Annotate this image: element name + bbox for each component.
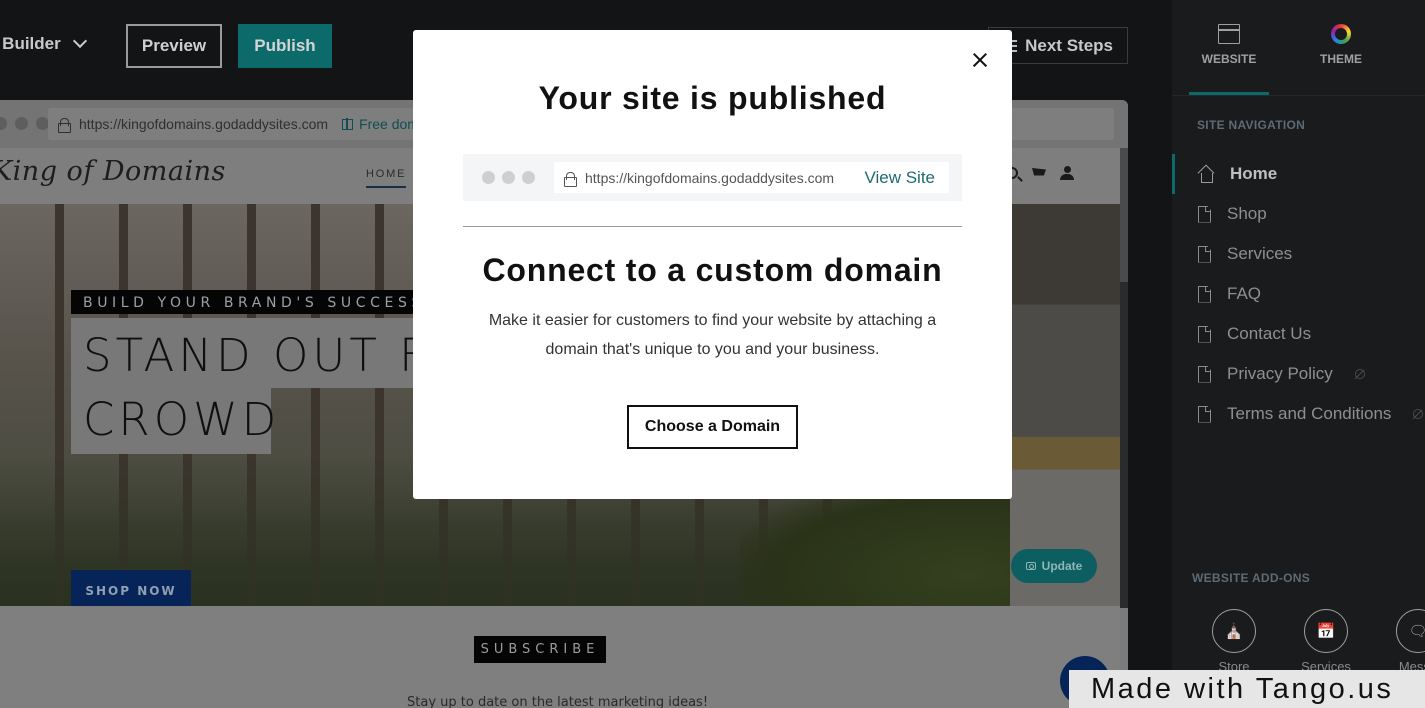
hero-tagline: BUILD YOUR BRAND'S SUCCESS	[71, 290, 437, 314]
nav-item-privacy-policy[interactable]: Privacy Policy	[1172, 354, 1425, 394]
tab-website-label: WEBSITE	[1201, 52, 1257, 66]
nav-item-shop[interactable]: Shop	[1172, 194, 1425, 234]
shop-now-button[interactable]: SHOP NOW	[71, 570, 191, 606]
nav-item-label: Shop	[1227, 204, 1267, 223]
site-navigation-list: Home Shop Services FAQ Contact Us Privac…	[1172, 154, 1425, 434]
tango-watermark: Made with Tango.us	[1069, 670, 1425, 708]
nav-item-label: Home	[1230, 164, 1278, 183]
hero-headline: STAND OUT FI CROWD	[83, 324, 446, 452]
nav-item-label: FAQ	[1227, 284, 1262, 303]
hero-headline-line1: STAND OUT FI	[83, 329, 447, 382]
page-icon	[1198, 405, 1211, 423]
builder-menu[interactable]: e Builder	[0, 33, 87, 54]
update-image-button[interactable]: Update	[1011, 549, 1097, 583]
published-url-field: https://kingofdomains.godaddysites.com V…	[554, 162, 949, 193]
tab-website[interactable]: WEBSITE	[1189, 24, 1269, 66]
published-url-bar: https://kingofdomains.godaddysites.com V…	[463, 154, 962, 201]
view-site-link[interactable]: View Site	[864, 168, 935, 188]
nav-item-services[interactable]: Services	[1172, 234, 1425, 274]
preview-scrollbar-thumb[interactable]	[1120, 148, 1128, 282]
addon-services[interactable]: 📅 Services	[1301, 609, 1351, 674]
hidden-eye-icon	[1354, 369, 1365, 379]
preview-url-text: https://kingofdomains.godaddysites.com	[79, 116, 329, 132]
nav-item-label: Contact Us	[1227, 324, 1312, 343]
next-steps-label: Next Steps	[1025, 35, 1113, 55]
site-published-modal: Your site is published https://kingofdom…	[413, 30, 1012, 499]
cart-icon[interactable]	[1032, 168, 1046, 176]
choose-domain-button[interactable]: Choose a Domain	[627, 405, 798, 449]
site-logo[interactable]: King of Domains	[0, 156, 226, 187]
hero-headline-line2: CROWD	[83, 393, 281, 446]
addon-store[interactable]: ⛪ Store	[1212, 609, 1256, 674]
free-domain-label: Free dom	[359, 116, 419, 132]
website-builder-screen: e Builder Preview Publish Next Steps htt…	[0, 0, 1425, 708]
publish-button[interactable]: Publish	[238, 24, 332, 68]
addons-list: ⛪ Store 📅 Services 🗨 Messa	[1212, 609, 1425, 674]
hidden-eye-icon	[1413, 409, 1424, 419]
lock-icon	[58, 118, 71, 133]
calendar-icon: 📅	[1304, 609, 1348, 653]
camera-icon	[1025, 562, 1036, 570]
nav-item-terms-and-conditions[interactable]: Terms and Conditions	[1172, 394, 1425, 434]
modal-subtitle: Connect to a custom domain	[482, 252, 943, 288]
window-dots	[0, 117, 49, 130]
page-icon	[1198, 245, 1211, 263]
user-icon[interactable]	[1060, 166, 1074, 180]
home-icon	[1198, 166, 1214, 183]
window-dots	[482, 171, 535, 184]
preview-button[interactable]: Preview	[126, 24, 222, 68]
right-panel: WEBSITE THEME SITE NAVIGATION Home Shop …	[1172, 0, 1425, 708]
page-icon	[1198, 205, 1211, 223]
site-navigation-title: SITE NAVIGATION	[1197, 118, 1306, 132]
website-addons-title: WEBSITE ADD-ONS	[1192, 571, 1311, 585]
divider	[463, 226, 962, 227]
nav-item-label: Privacy Policy	[1227, 364, 1333, 383]
tab-theme[interactable]: THEME	[1301, 24, 1381, 66]
window-icon	[1218, 24, 1240, 44]
divider	[1172, 95, 1425, 96]
subscribe-heading: SUBSCRIBE	[474, 636, 606, 663]
close-icon[interactable]	[970, 50, 990, 70]
nav-item-home[interactable]: Home	[1172, 154, 1425, 194]
page-icon	[1198, 365, 1211, 383]
published-url-text: https://kingofdomains.godaddysites.com	[585, 169, 835, 186]
site-nav-home[interactable]: HOME	[366, 168, 407, 188]
free-domain-link[interactable]: Free dom	[342, 116, 419, 132]
hero-image-wall	[1010, 204, 1120, 606]
page-icon	[1198, 325, 1211, 343]
builder-menu-label: e Builder	[0, 34, 61, 53]
nav-item-contact-us[interactable]: Contact Us	[1172, 314, 1425, 354]
subscribe-text: Stay up to date on the latest marketing …	[407, 695, 709, 708]
tab-theme-label: THEME	[1320, 52, 1362, 66]
modal-title: Your site is published	[538, 80, 887, 116]
modal-description: Make it easier for customers to find you…	[488, 312, 937, 358]
lock-icon	[564, 171, 577, 187]
subscribe-section: SUBSCRIBE Stay up to date on the latest …	[0, 606, 1120, 708]
site-header-icons	[1006, 166, 1074, 180]
nav-item-faq[interactable]: FAQ	[1172, 274, 1425, 314]
nav-item-label: Terms and Conditions	[1227, 404, 1392, 423]
update-label: Update	[1041, 559, 1083, 573]
chevron-down-icon	[72, 33, 87, 49]
nav-item-label: Services	[1227, 244, 1293, 263]
addon-messaging[interactable]: 🗨 Messa	[1396, 609, 1425, 674]
gift-icon	[342, 117, 354, 130]
chat-icon: 🗨	[1396, 609, 1425, 653]
page-icon	[1198, 285, 1211, 303]
storefront-icon: ⛪	[1212, 609, 1256, 653]
color-ring-icon	[1331, 24, 1351, 44]
